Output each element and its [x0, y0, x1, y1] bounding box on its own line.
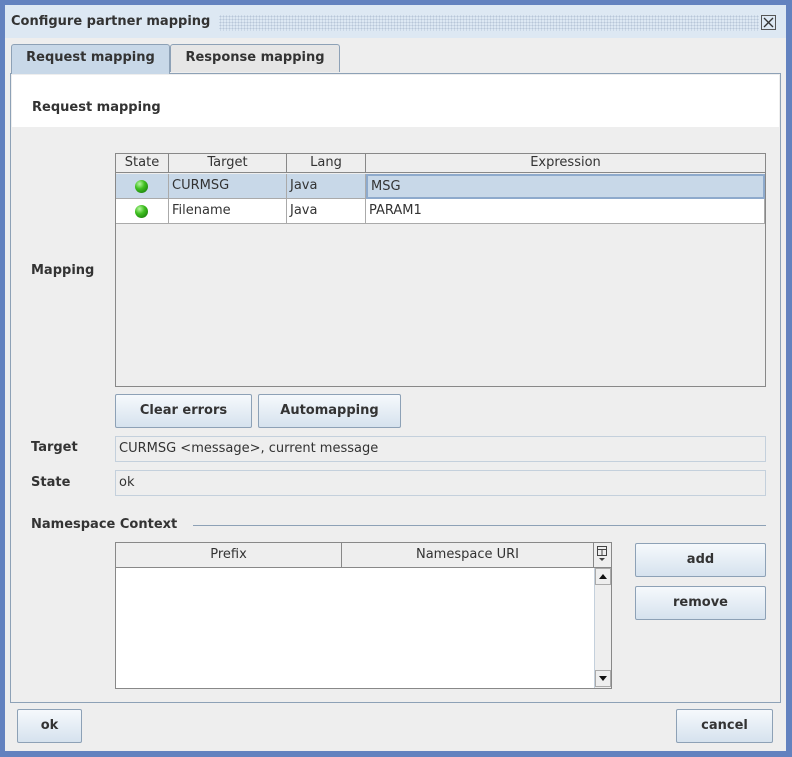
expression-cell[interactable]: MSG — [366, 174, 765, 199]
state-field: ok — [115, 470, 766, 496]
scroll-down-button[interactable] — [595, 670, 611, 687]
close-button[interactable] — [761, 15, 776, 30]
tab-content-panel: Request mapping Mapping State Target Lan… — [10, 73, 781, 703]
clear-errors-button[interactable]: Clear errors — [115, 394, 252, 428]
cancel-button[interactable]: cancel — [676, 709, 773, 743]
table-row[interactable]: CURMSG Java MSG — [116, 174, 765, 199]
column-header-target[interactable]: Target — [169, 154, 287, 173]
state-cell[interactable] — [116, 199, 169, 224]
section-title: Request mapping — [32, 100, 161, 115]
automapping-button[interactable]: Automapping — [258, 394, 401, 428]
lang-cell[interactable]: Java — [287, 199, 366, 224]
column-control-button[interactable] — [594, 543, 611, 568]
mapping-table[interactable]: State Target Lang Expression CURMSG Java… — [115, 153, 766, 387]
section-header: Request mapping — [12, 75, 779, 127]
close-icon — [763, 17, 774, 28]
column-header-state[interactable]: State — [116, 154, 169, 173]
scroll-up-button[interactable] — [595, 568, 611, 585]
column-header-lang[interactable]: Lang — [287, 154, 366, 173]
vertical-scrollbar[interactable] — [594, 568, 611, 688]
green-ok-icon — [135, 180, 148, 193]
remove-button[interactable]: remove — [635, 586, 766, 620]
arrow-up-icon — [599, 574, 607, 579]
expression-cell[interactable]: PARAM1 — [366, 199, 765, 224]
add-button[interactable]: add — [635, 543, 766, 577]
column-header-namespace-uri[interactable]: Namespace URI — [342, 543, 594, 568]
target-cell[interactable]: Filename — [169, 199, 287, 224]
table-row[interactable]: Filename Java PARAM1 — [116, 199, 765, 224]
window-title: Configure partner mapping — [11, 14, 211, 29]
dialog-footer: ok cancel — [5, 703, 786, 751]
ok-button[interactable]: ok — [17, 709, 82, 743]
target-cell[interactable]: CURMSG — [169, 174, 287, 199]
arrow-down-icon — [599, 676, 607, 681]
column-header-prefix[interactable]: Prefix — [116, 543, 342, 568]
namespace-table[interactable]: Prefix Namespace URI — [115, 542, 612, 689]
namespace-context-title: Namespace Context — [31, 517, 178, 532]
tab-response-mapping[interactable]: Response mapping — [170, 44, 340, 72]
window-frame: Configure partner mapping Request mappin… — [0, 0, 792, 757]
tab-request-mapping[interactable]: Request mapping — [11, 44, 170, 74]
lang-cell[interactable]: Java — [287, 174, 366, 199]
state-cell[interactable] — [116, 174, 169, 199]
target-label: Target — [31, 440, 78, 455]
green-ok-icon — [135, 205, 148, 218]
mapping-label: Mapping — [31, 263, 95, 278]
separator — [193, 525, 766, 526]
table-columns-icon — [597, 546, 607, 561]
title-bar-texture — [219, 15, 759, 31]
title-bar[interactable]: Configure partner mapping — [5, 5, 786, 38]
state-label: State — [31, 475, 71, 490]
target-field: CURMSG <message>, current message — [115, 436, 766, 462]
dialog: Configure partner mapping Request mappin… — [5, 5, 786, 751]
column-header-expression[interactable]: Expression — [366, 154, 765, 173]
